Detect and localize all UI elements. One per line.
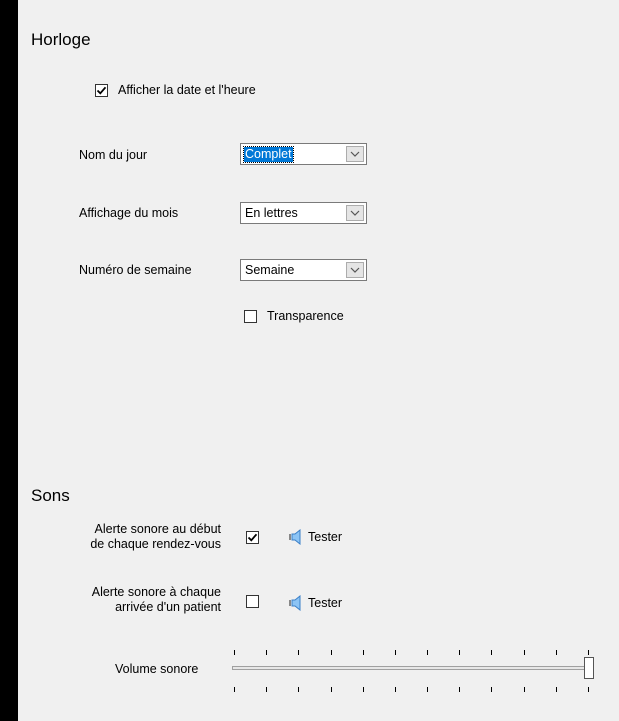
alert-patient-label-line2: arrivée d'un patient [115,600,221,614]
speaker-icon [289,529,301,545]
alert-patient-label-line1: Alerte sonore à chaque [91,585,221,599]
month-display-select[interactable]: En lettres [240,202,367,224]
volume-tick [363,650,364,655]
volume-tick [266,650,267,655]
alert-patient-label: Alerte sonore à chaque arrivée d'un pati… [18,585,221,615]
speaker-icon [289,595,301,611]
volume-label: Volume sonore [115,662,199,676]
check-icon [96,86,107,95]
volume-tick [298,687,299,692]
volume-slider-track[interactable] [232,666,594,670]
volume-tick [588,650,589,655]
volume-tick [491,687,492,692]
volume-tick [395,650,396,655]
check-icon [247,533,258,542]
week-number-value: Semaine [245,263,295,277]
chevron-down-icon[interactable] [346,146,364,162]
volume-tick [524,687,525,692]
alert-appointment-label: Alerte sonore au début de chaque rendez-… [18,522,221,552]
month-display-value: En lettres [245,206,298,220]
transparency-label: Transparence [267,309,344,323]
show-date-time-label: Afficher la date et l'heure [118,83,256,97]
volume-tick [459,687,460,692]
volume-tick [298,650,299,655]
alert-appointment-label-line2: de chaque rendez-vous [90,537,221,551]
section-title-horloge: Horloge [31,30,91,49]
volume-tick [395,687,396,692]
chevron-down-icon[interactable] [346,205,364,221]
day-name-select[interactable]: Complet [240,143,367,165]
volume-slider-thumb[interactable] [584,657,594,679]
chevron-down-icon[interactable] [346,262,364,278]
volume-tick [331,650,332,655]
day-name-label: Nom du jour [79,148,148,162]
day-name-value: Complet [243,146,294,163]
volume-tick [427,650,428,655]
settings-panel: Horloge Afficher la date et l'heure Nom … [18,0,619,721]
volume-tick [459,650,460,655]
volume-tick [556,687,557,692]
volume-tick [266,687,267,692]
alert-patient-checkbox[interactable] [246,595,259,608]
alert-appointment-checkbox[interactable] [246,531,259,544]
week-number-label: Numéro de semaine [79,263,192,277]
test-patient-sound-label: Tester [308,596,343,610]
volume-tick [234,650,235,655]
volume-tick [491,650,492,655]
test-appointment-sound-button[interactable]: Tester [288,529,342,545]
test-patient-sound-button[interactable]: Tester [288,595,342,611]
transparency-checkbox[interactable] [244,310,257,323]
volume-tick [234,687,235,692]
volume-tick [363,687,364,692]
alert-appointment-label-line1: Alerte sonore au début [94,522,221,536]
volume-tick [427,687,428,692]
test-appointment-sound-label: Tester [308,530,343,544]
volume-tick [331,687,332,692]
volume-tick [588,687,589,692]
show-date-time-checkbox[interactable] [95,84,108,97]
volume-tick [556,650,557,655]
section-title-sons: Sons [31,486,70,505]
week-number-select[interactable]: Semaine [240,259,367,281]
month-display-label: Affichage du mois [79,206,179,220]
volume-tick [524,650,525,655]
